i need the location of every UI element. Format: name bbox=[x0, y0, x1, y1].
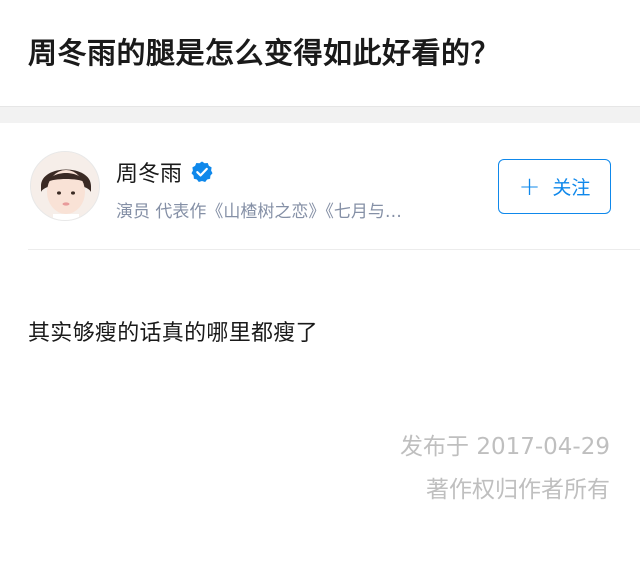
publish-date: 发布于 2017-04-29 bbox=[400, 434, 610, 460]
author-name[interactable]: 周冬雨 bbox=[116, 156, 182, 188]
avatar-portrait-icon bbox=[31, 152, 99, 220]
section-gap bbox=[0, 106, 640, 123]
author-bio: 演员 代表作《山楂树之恋》《七月与… bbox=[116, 202, 402, 222]
follow-button-label: 关注 bbox=[552, 177, 591, 199]
author-card: 周冬雨 演员 代表作《山楂树之恋》《七月与… + 关注 bbox=[0, 123, 640, 249]
follow-button[interactable]: + 关注 bbox=[498, 159, 611, 214]
author-avatar[interactable] bbox=[30, 151, 100, 221]
question-header: 周冬雨的腿是怎么变得如此好看的？ bbox=[0, 0, 640, 106]
answer-content: 其实够瘦的话真的哪里都瘦了 bbox=[28, 321, 318, 346]
verified-badge-icon bbox=[191, 161, 213, 182]
question-title[interactable]: 周冬雨的腿是怎么变得如此好看的？ bbox=[28, 30, 500, 72]
plus-icon: + bbox=[518, 171, 541, 202]
author-name-row: 周冬雨 bbox=[116, 157, 214, 187]
divider bbox=[28, 249, 640, 250]
copyright-notice: 著作权归作者所有 bbox=[426, 477, 610, 503]
